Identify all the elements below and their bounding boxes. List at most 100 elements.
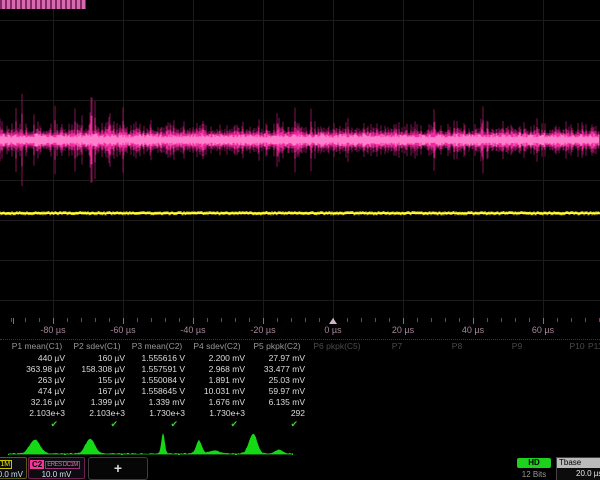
measurement-value: 1.550084 V	[127, 375, 187, 386]
measurement-value	[367, 386, 427, 397]
measurement-value: 1.730e+3	[187, 408, 247, 419]
trigger-position-icon[interactable]	[329, 318, 337, 324]
measurement-value: 292	[247, 408, 307, 419]
histicon	[8, 429, 65, 456]
measurement-value	[547, 397, 600, 408]
measurement-value: 32.16 µV	[7, 397, 67, 408]
measurement-value: 1.555616 V	[127, 353, 187, 364]
measurement-value: 6.135 mV	[247, 397, 307, 408]
histicon	[179, 429, 236, 456]
measurement-status-check	[307, 419, 367, 429]
histicon	[122, 429, 179, 456]
measurement-value	[427, 408, 487, 419]
measurement-value: 27.97 mV	[247, 353, 307, 364]
measurement-value: 2.968 mV	[187, 364, 247, 375]
measurement-value	[427, 375, 487, 386]
measurement-value	[547, 353, 600, 364]
channel1-coupling: DC1M	[0, 460, 12, 469]
measurement-value: 160 µV	[67, 353, 127, 364]
measurement-value	[307, 408, 367, 419]
measurement-value	[307, 397, 367, 408]
channel1-descriptor[interactable]: C1 DC1M 10.0 mV	[0, 457, 27, 479]
time-axis-label: 40 µs	[462, 325, 484, 335]
measurement-value	[487, 364, 547, 375]
channel2-descriptor[interactable]: C2 ERES DC1M 10.0 mV	[28, 457, 85, 479]
measurement-header[interactable]: P7	[367, 340, 427, 353]
measurement-value	[307, 364, 367, 375]
measurement-value	[307, 386, 367, 397]
timebase-title: Tbase	[557, 458, 600, 468]
hd-bits-label: 12 Bits	[509, 470, 559, 479]
measurement-status-check: ✔	[7, 419, 67, 429]
measurement-value: 1.676 mV	[187, 397, 247, 408]
measurement-value: 1.557591 V	[127, 364, 187, 375]
oscilloscope-screen: -100 µs-80 µs-60 µs-40 µs-20 µs0 µs20 µs…	[0, 0, 600, 480]
channel2-scale: 10.0 mV	[29, 470, 84, 480]
histicon	[236, 429, 293, 456]
measurement-header[interactable]: P8	[427, 340, 487, 353]
measurement-value: 2.103e+3	[67, 408, 127, 419]
time-axis-label: 0 µs	[324, 325, 341, 335]
measurement-status-check	[367, 419, 427, 429]
waveform-plot	[0, 0, 600, 318]
time-axis-label: -60 µs	[110, 325, 135, 335]
channel2-coupling: ERES DC1M	[45, 461, 80, 469]
add-trace-button[interactable]: +	[88, 457, 148, 480]
measurement-value: 155 µV	[67, 375, 127, 386]
measurement-header[interactable]: P5 pkpk(C2)	[247, 340, 307, 353]
measurement-value: 25.03 mV	[247, 375, 307, 386]
measurement-value: 1.891 mV	[187, 375, 247, 386]
measurement-header[interactable]: P1 mean(C1)	[7, 340, 67, 353]
time-axis-label: -20 µs	[250, 325, 275, 335]
measurement-value: 2.103e+3	[7, 408, 67, 419]
measurement-value: 59.97 mV	[247, 386, 307, 397]
measurement-header[interactable]: P9	[487, 340, 547, 353]
measurement-value	[547, 408, 600, 419]
histicon	[65, 429, 122, 456]
timebase-value: 20.0 µs	[557, 468, 600, 479]
measurement-status-check: ✔	[247, 419, 307, 429]
measurement-value	[487, 397, 547, 408]
timebase-descriptor[interactable]: Tbase 20.0 µs	[556, 457, 600, 480]
measurement-value: 2.200 mV	[187, 353, 247, 364]
measurement-header[interactable]: P2 sdev(C1)	[67, 340, 127, 353]
measurement-table[interactable]: P1 mean(C1)P2 sdev(C1)P3 mean(C2)P4 sdev…	[0, 339, 600, 429]
measurement-value	[367, 353, 427, 364]
measurement-value	[547, 364, 600, 375]
measurement-histicons	[8, 429, 600, 456]
time-axis-label: -80 µs	[40, 325, 65, 335]
measurement-value	[487, 386, 547, 397]
measurement-value	[307, 375, 367, 386]
measurement-header-p11[interactable]: P11	[588, 341, 600, 351]
measurement-value: 474 µV	[7, 386, 67, 397]
measurement-header[interactable]: P3 mean(C2)	[127, 340, 187, 353]
measurement-value	[427, 364, 487, 375]
measurement-value	[427, 397, 487, 408]
measurement-value: 10.031 mV	[187, 386, 247, 397]
measurement-value	[427, 353, 487, 364]
waveform-grid[interactable]	[0, 0, 600, 318]
measurement-value	[427, 386, 487, 397]
measurement-value: 363.98 µV	[7, 364, 67, 375]
measurement-value	[487, 353, 547, 364]
measurement-value	[487, 375, 547, 386]
measurement-value	[547, 375, 600, 386]
trace-tag-badge	[0, 0, 86, 9]
measurement-value	[367, 408, 427, 419]
measurement-status-check: ✔	[127, 419, 187, 429]
measurement-value	[487, 408, 547, 419]
hd-mode-badge[interactable]: HD	[517, 458, 551, 468]
measurement-value: 440 µV	[7, 353, 67, 364]
measurement-value	[367, 397, 427, 408]
measurement-status-check	[487, 419, 547, 429]
time-axis-major-ticks	[0, 318, 600, 324]
measurement-value: 167 µV	[67, 386, 127, 397]
measurement-value: 1.558645 V	[127, 386, 187, 397]
measurement-value	[367, 375, 427, 386]
measurement-value	[547, 386, 600, 397]
time-axis-label: 20 µs	[392, 325, 414, 335]
measurement-header[interactable]: P4 sdev(C2)	[187, 340, 247, 353]
measurement-status-check	[547, 419, 600, 429]
measurement-header[interactable]: P6 pkpk(C5)	[307, 340, 367, 353]
measurement-status-check	[427, 419, 487, 429]
